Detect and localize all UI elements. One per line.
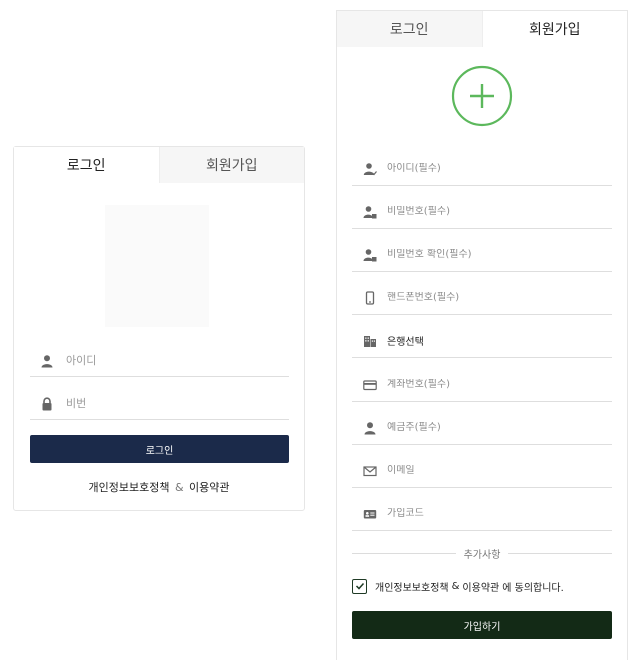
signup-password-confirm-input[interactable] <box>387 249 597 260</box>
signup-button[interactable]: 가입하기 <box>352 611 612 639</box>
logo-image <box>105 205 209 327</box>
signup-bank-field: 은행선택 <box>352 324 612 358</box>
privacy-policy-link[interactable]: 개인정보보호정책 <box>88 481 169 494</box>
user-icon <box>41 354 53 367</box>
login-tabs: 로그인 회원가입 <box>14 147 304 183</box>
credit-card-icon <box>363 379 377 390</box>
login-policy-links: 개인정보보호정책 & 이용약관 <box>14 479 304 495</box>
amp-separator: & <box>174 481 184 494</box>
plus-circle-icon[interactable] <box>451 65 513 127</box>
divider-line <box>352 552 456 554</box>
signup-tabs: 로그인 회원가입 <box>337 11 627 47</box>
amp-separator: & <box>451 580 460 592</box>
login-card: 로그인 회원가입 로그인 개인정보보호정책 & 이용약관 <box>13 146 305 511</box>
tab-signup[interactable]: 회원가입 <box>158 147 304 183</box>
login-button[interactable]: 로그인 <box>30 435 289 463</box>
user-icon <box>364 421 376 434</box>
signup-account-input[interactable] <box>387 379 597 390</box>
agree-suffix: 에 동의합니다. <box>502 582 564 594</box>
agree-row: 개인정보보호정책 & 이용약관 에 동의합니다. <box>352 578 612 594</box>
divider-line <box>508 552 612 554</box>
signup-password-confirm-field <box>352 238 612 272</box>
terms-link[interactable]: 이용약관 <box>189 481 229 494</box>
password-field <box>30 388 289 420</box>
password-input[interactable] <box>66 397 266 410</box>
user-lock-icon <box>363 205 377 218</box>
signup-id-input[interactable] <box>387 163 597 174</box>
tab-login[interactable]: 로그인 <box>14 147 159 183</box>
signup-phone-field <box>352 281 612 315</box>
extra-divider: 추가사항 <box>352 546 612 561</box>
signup-password-field <box>352 195 612 229</box>
user-check-icon <box>363 162 377 175</box>
bank-building-icon <box>364 335 376 347</box>
signup-depositor-input[interactable] <box>387 422 597 433</box>
signup-code-input[interactable] <box>387 508 597 519</box>
id-input[interactable] <box>66 354 266 367</box>
signup-password-input[interactable] <box>387 206 597 217</box>
signup-account-field <box>352 368 612 402</box>
signup-email-input[interactable] <box>387 465 597 476</box>
signup-id-field <box>352 152 612 186</box>
id-card-icon <box>363 509 377 518</box>
signup-depositor-field <box>352 411 612 445</box>
terms-link[interactable]: 이용약관 <box>462 579 499 594</box>
signup-code-field <box>352 497 612 531</box>
extra-label: 추가사항 <box>463 549 501 561</box>
user-lock-icon <box>363 248 377 261</box>
signup-phone-input[interactable] <box>387 292 597 303</box>
tab-login[interactable]: 로그인 <box>337 11 483 47</box>
bank-select[interactable]: 은행선택 <box>387 333 597 348</box>
envelope-icon <box>363 465 377 476</box>
signup-card: 로그인 회원가입 아이디(필수) 핸드폰번호(필수) 은행선택 계좌번호(필수)… <box>336 10 628 660</box>
phone-icon <box>365 290 375 305</box>
privacy-policy-link[interactable]: 개인정보보호정책 <box>375 579 449 594</box>
lock-icon <box>42 396 52 410</box>
tab-signup[interactable]: 회원가입 <box>482 11 627 47</box>
agree-checkbox[interactable] <box>352 578 367 594</box>
id-field <box>30 345 289 377</box>
checkmark-icon <box>355 582 364 590</box>
signup-email-field <box>352 454 612 488</box>
